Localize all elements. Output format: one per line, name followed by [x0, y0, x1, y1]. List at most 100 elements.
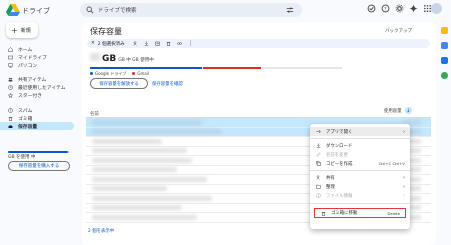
trash-icon [8, 116, 13, 121]
menu-item-download[interactable]: ダウンロード [310, 141, 410, 150]
backup-link[interactable]: バックアップ [385, 28, 412, 34]
gemini-icon[interactable] [409, 4, 418, 13]
sidebar-item-label: 共有アイテム [18, 77, 47, 83]
link-icon[interactable] [176, 41, 182, 46]
sidebar-item-my-drive[interactable]: マイドライブ [0, 53, 80, 61]
cloud-icon [8, 124, 13, 128]
divider [310, 138, 410, 139]
plus-icon: + [11, 25, 18, 35]
folder-icon [316, 184, 321, 189]
new-button[interactable]: + 新規 [6, 22, 38, 38]
calendar-icon[interactable] [441, 27, 448, 34]
storage-usage-summary: GB GB 中 GB 使用中 [90, 53, 154, 64]
menu-item-file-info: ファイル情報 › [310, 191, 410, 200]
sidebar-item-label: スター付き [18, 93, 42, 99]
divider [310, 170, 410, 171]
keyboard-shortcut: Ctrl+C Ctrl+V [378, 161, 405, 166]
edit-icon [316, 152, 321, 157]
menu-item-share[interactable]: 共有 › [310, 173, 410, 182]
filter-icon[interactable] [286, 6, 294, 14]
selection-toolbar: ✕ 2 個選択済み ⋮ [87, 39, 430, 48]
sidebar-item-starred[interactable]: スター付き [0, 91, 80, 99]
usage-unit: GB [102, 54, 117, 64]
trash-icon [321, 211, 326, 216]
sidebar-item-shared[interactable]: 共有アイテム [0, 75, 80, 83]
review-storage-link[interactable]: 保存容量を確認 [152, 81, 183, 87]
menu-item-label: 共有 [326, 175, 335, 181]
sidebar-item-label: マイドライブ [18, 55, 47, 61]
arrow-down-icon[interactable]: ↓ [404, 107, 412, 114]
menu-item-label: ダウンロード [326, 143, 353, 149]
sidebar-item-recent[interactable]: 最近使用したアイテム [0, 83, 80, 91]
selection-count: 2 個選択済み [97, 41, 125, 47]
sidebar-item-trash[interactable]: ゴミ箱 [0, 114, 80, 122]
new-button-label: 新規 [20, 27, 31, 34]
sidebar-item-home[interactable]: ホーム [0, 45, 80, 53]
chevron-right-icon: › [403, 174, 405, 181]
side-panel-rail [439, 22, 451, 245]
sidebar-item-label: ゴミ箱 [18, 116, 33, 122]
tasks-icon[interactable] [441, 57, 448, 64]
share-person-icon [316, 175, 320, 180]
info-icon [316, 193, 321, 198]
search-bar[interactable]: ドライブで検索 [80, 3, 302, 17]
context-menu: アプリで開く › ダウンロード 名前を変更 コピーを作成 Ctrl+C Ctrl… [310, 124, 410, 229]
keep-icon[interactable] [441, 42, 448, 49]
sidebar-item-label: ホーム [18, 47, 33, 53]
page-title: 保存容量 [90, 27, 122, 36]
menu-item-organize[interactable]: 整理 › [310, 182, 410, 191]
keyboard-shortcut: Delete [387, 210, 400, 216]
search-icon[interactable] [86, 6, 94, 14]
storage-usage-bar [8, 151, 70, 153]
menu-item-label: ファイル情報 [326, 193, 353, 199]
legend-item-drive: Google ドライブ [90, 71, 126, 77]
copy-icon [316, 161, 321, 166]
drive-logo-icon[interactable] [6, 4, 20, 16]
sidebar-item-label: スパム [18, 108, 33, 114]
free-up-space-button[interactable]: 保存容量を解放する [90, 78, 148, 89]
menu-item-open-with[interactable]: アプリで開く › [310, 127, 410, 136]
star-icon [8, 92, 13, 98]
home-icon [8, 46, 13, 52]
footer-link[interactable]: 2 個を表示中 [88, 228, 114, 234]
people-icon [8, 77, 13, 81]
usage-number-redacted [90, 53, 100, 61]
menu-item-label: 名前を変更 [326, 152, 348, 158]
more-vert-icon[interactable]: ⋮ [188, 41, 194, 47]
share-person-icon[interactable] [132, 41, 138, 46]
chevron-right-icon: › [403, 192, 405, 199]
legend-item-gmail: Gmail [132, 71, 149, 77]
download-icon[interactable] [144, 41, 149, 46]
menu-item-label: コピーを作成 [326, 161, 353, 167]
avatar[interactable] [431, 3, 442, 14]
help-icon[interactable]: ? [381, 4, 390, 13]
menu-item-copy[interactable]: コピーを作成 Ctrl+C Ctrl+V [310, 159, 410, 168]
app-title: ドライブ [22, 7, 50, 15]
menu-item-move-to-trash[interactable]: ゴミ箱に移動 Delete [314, 208, 406, 218]
storage-breakdown-bar [90, 67, 342, 70]
computer-icon [8, 63, 13, 68]
drive-usage-segment [90, 67, 202, 70]
move-icon[interactable] [154, 41, 160, 46]
gear-icon[interactable] [395, 4, 404, 13]
contacts-icon[interactable] [441, 72, 448, 79]
drive-icon [8, 55, 13, 59]
buy-storage-button[interactable]: 保存容量を購入する [8, 161, 70, 171]
chevron-right-icon: › [403, 128, 405, 135]
sort-by-size[interactable]: 使用容量 ↓ [384, 107, 412, 114]
close-icon[interactable]: ✕ [91, 41, 95, 46]
trash-icon[interactable] [166, 41, 171, 46]
sidebar-item-spam[interactable]: スパム [0, 106, 80, 114]
sidebar-item-label: 最近使用したアイテム [18, 85, 66, 91]
status-icon[interactable] [367, 4, 376, 13]
sidebar-item-storage[interactable]: 保存容量 [0, 122, 74, 130]
sidebar-item-label: パソコン [18, 63, 38, 69]
top-bar: ドライブ ドライブで検索 ? [0, 0, 451, 22]
sidebar-item-computers[interactable]: パソコン [0, 61, 80, 69]
search-input[interactable]: ドライブで検索 [98, 6, 137, 14]
menu-item-label: アプリで開く [326, 129, 353, 135]
sort-label: 使用容量 [384, 108, 402, 114]
storage-usage-text: GB を使用 中 [8, 155, 36, 160]
clock-icon [8, 84, 13, 90]
chevron-right-icon: › [403, 183, 405, 190]
